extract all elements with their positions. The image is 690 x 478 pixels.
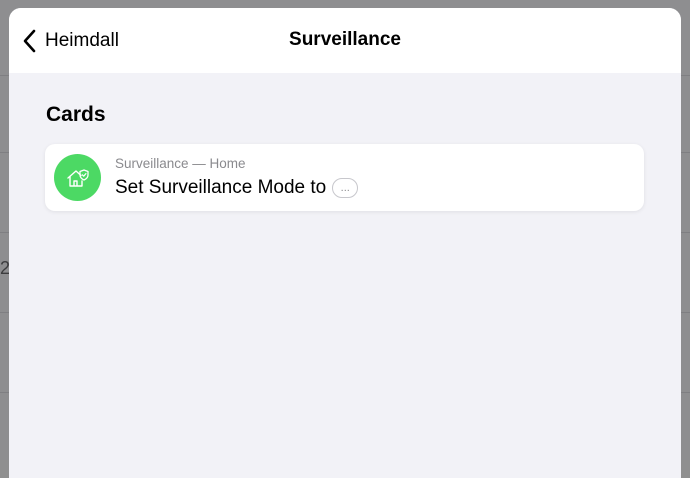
modal-sheet: Heimdall Surveillance Cards Surveillance… xyxy=(9,8,681,478)
navigation-bar: Heimdall Surveillance xyxy=(9,8,681,73)
page-title: Surveillance xyxy=(289,29,401,50)
card-subtitle: Surveillance — Home xyxy=(115,156,246,171)
home-shield-icon xyxy=(54,154,101,201)
section-title: Cards xyxy=(46,103,106,126)
card-action-text: Set Surveillance Mode to xyxy=(115,177,327,198)
card-set-surveillance-mode[interactable]: Surveillance — Home Set Surveillance Mod… xyxy=(45,144,644,211)
parameter-pill[interactable]: ... xyxy=(332,178,359,198)
card-content: Set Surveillance Mode to ... xyxy=(115,177,359,199)
